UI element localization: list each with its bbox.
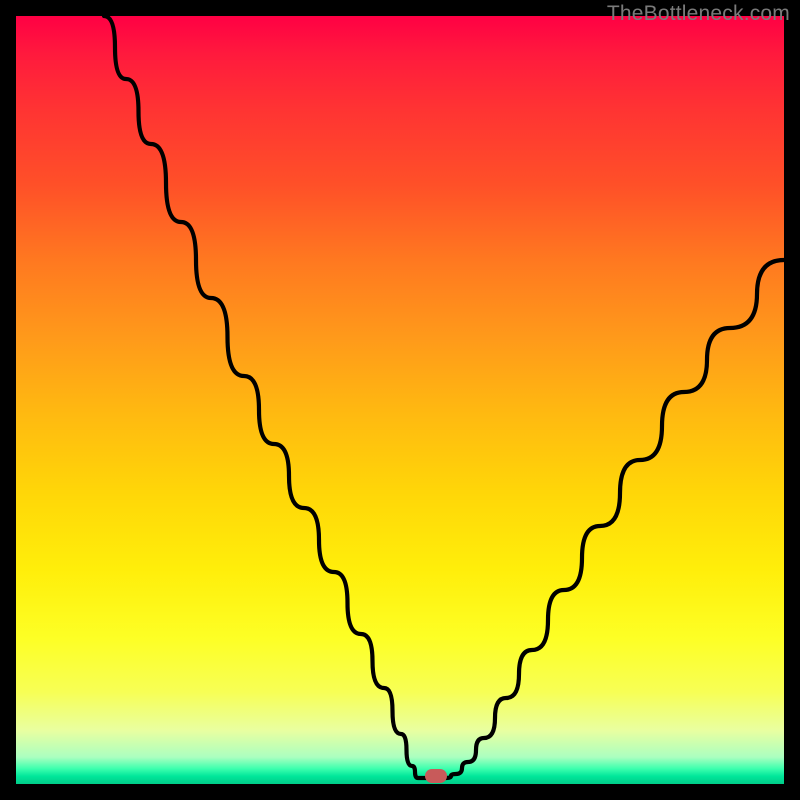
curve-path (104, 16, 784, 778)
plot-area (16, 16, 784, 784)
chart-container: TheBottleneck.com (0, 0, 800, 800)
watermark-text: TheBottleneck.com (607, 2, 790, 26)
optimum-marker (425, 769, 447, 783)
bottleneck-curve (16, 16, 784, 784)
